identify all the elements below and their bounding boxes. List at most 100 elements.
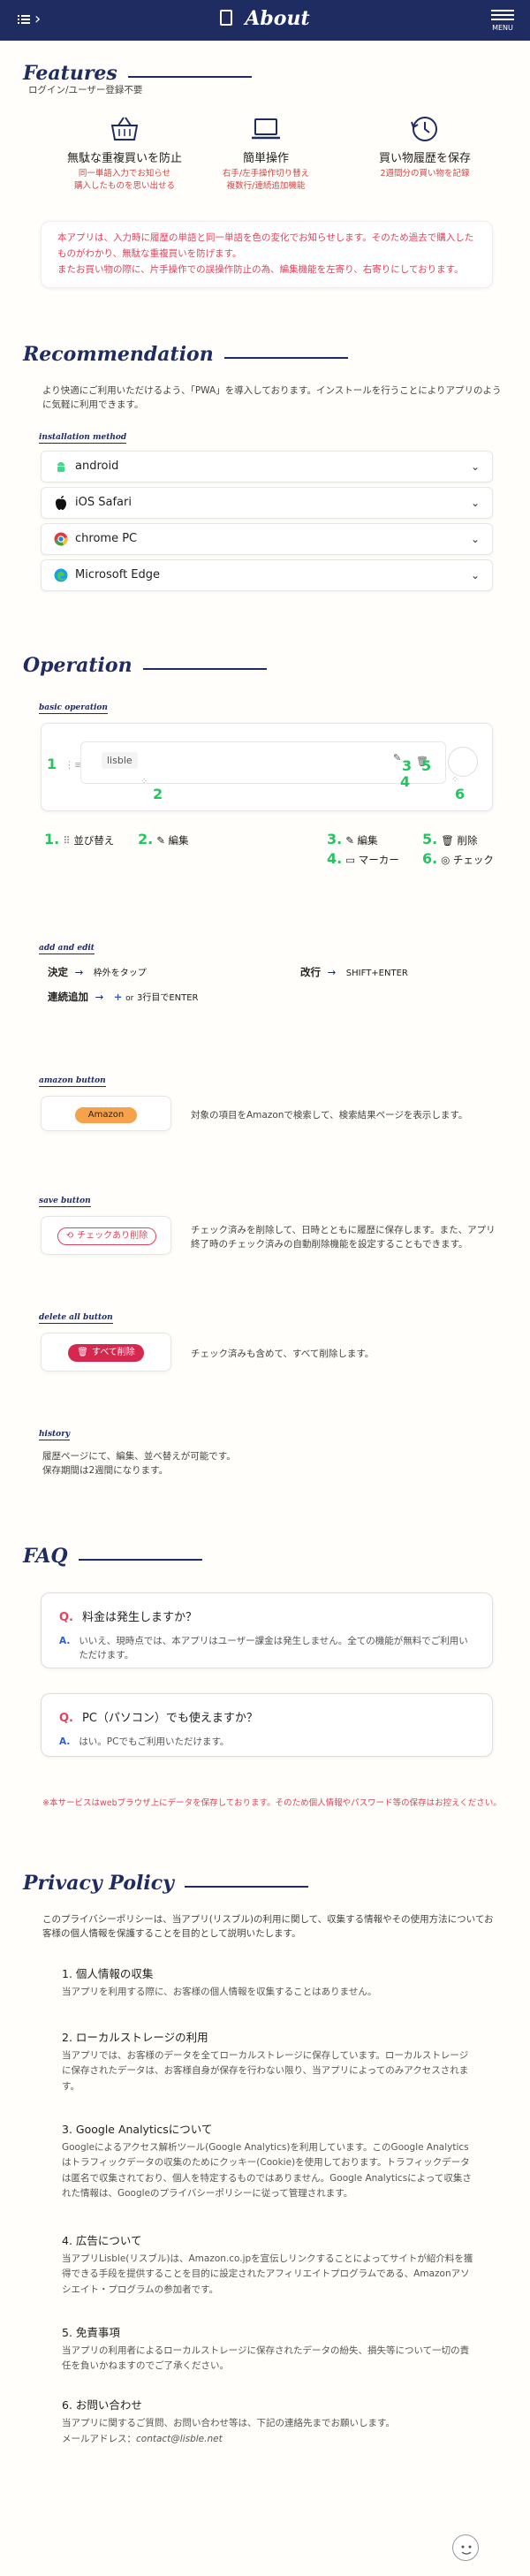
amazon-demo-card: Amazon	[41, 1096, 171, 1131]
feature-duplicate: 無駄な重複買いを防止 同一単語入力でお知らせ 購入したものを思い出せる	[49, 111, 200, 194]
marker-5: 5	[421, 757, 432, 774]
shortcut-newline: 改行 → SHIFT+ENTER	[300, 966, 408, 978]
save-button-label: save button	[39, 1197, 91, 1207]
privacy-paragraph: Googleによるアクセス解析ツール(Google Analytics)を利用し…	[62, 2142, 472, 2199]
laptop-icon	[252, 118, 280, 140]
features-title: Features	[23, 62, 252, 85]
faq-answer: いいえ、現時点では、本アプリはユーザー課金は発生しません。全ての機能が無料でご利…	[79, 1636, 468, 1661]
check-circle[interactable]	[448, 747, 478, 777]
legend-4: 4. ▭ マーカー	[327, 850, 399, 867]
recommendation-title: Recommendation	[23, 343, 348, 366]
chevron-down-icon: ⌄	[470, 532, 480, 545]
feature-desc: 購入したものを思い出せる	[73, 181, 175, 192]
page-title: About	[0, 7, 530, 30]
android-icon	[54, 460, 68, 474]
legend-6: 6. ◎ チェック	[422, 850, 494, 867]
amazon-button[interactable]: Amazon	[75, 1107, 137, 1123]
legend-1: 1. ⠿ 並び替え	[44, 831, 115, 847]
save-button[interactable]: ⟲ チェックあり削除	[57, 1227, 156, 1245]
feature-title: 買い物履歴を保存	[378, 152, 471, 165]
history-text: 履歴ページにて、編集、並べ替えが可能です。 保存期間は2週間になります。	[42, 1451, 236, 1477]
privacy-heading: 1. 個人情報の収集	[62, 1967, 154, 1980]
marker-4: 4	[400, 773, 411, 790]
marker-icon: ▭	[345, 854, 359, 866]
pencil-icon: ✎	[156, 834, 169, 847]
delete-all-button[interactable]: 🗑 すべて削除	[68, 1344, 144, 1362]
install-ios-safari[interactable]: iOS Safari ⌄	[41, 487, 493, 519]
privacy-paragraph: 当アプリの利用者によるローカルストレージに保存されたデータの紛失、損失等について…	[62, 2345, 470, 2372]
privacy-heading: 3. Google Analyticsについて	[62, 2123, 213, 2136]
privacy-paragraph: 当アプリLisble(リスブル)は、Amazon.co.jpを宣伝しリンクするこ…	[62, 2253, 473, 2295]
install-android[interactable]: android ⌄	[41, 451, 493, 483]
feature-desc: 右手/左手操作切り替え	[222, 169, 310, 179]
feature-history: 買い物履歴を保存 2週間分の買い物を記録	[350, 111, 500, 180]
save-desc: チェック済みを削除して、日時とともに履歴に保存します。また、アプリ終了時のチェッ…	[191, 1225, 496, 1250]
chevron-down-icon: ⌄	[470, 460, 480, 473]
features-subtitle: ログイン/ユーザー登録不要	[28, 85, 143, 95]
shortcut-continuous: 連続追加 → + or 3行目でENTER	[48, 991, 199, 1003]
pencil-icon: ✎	[393, 752, 402, 764]
shortcut-decide: 決定 → 枠外をタップ	[48, 966, 147, 978]
trash-icon: 🗑	[77, 1348, 88, 1358]
faq-item[interactable]: Q. PC（パソコン）でも使えますか？ A. はい。PCでもご利用いただけます。	[41, 1693, 493, 1757]
menu-button[interactable]: MENU	[491, 7, 514, 34]
installation-method-label: installation method	[39, 433, 127, 444]
privacy-paragraph: 当アプリでは、お客様のデータを全てローカルストレージに保存しています。ローカルス…	[62, 2050, 469, 2092]
chevron-down-icon: ⌄	[470, 568, 480, 581]
email-link[interactable]: contact@lisble.net	[136, 2434, 223, 2444]
apple-icon	[54, 496, 68, 510]
faq-question: PC（パソコン）でも使えますか？	[82, 1712, 258, 1725]
faq-title: FAQ	[23, 1545, 202, 1568]
chevron-down-icon: ⌄	[470, 496, 480, 509]
faq-note: ※本サービスはwebブラウザ上にデータを保存しております。そのため個人情報やパス…	[42, 1798, 502, 1808]
privacy-paragraph: 当アプリに関するご質問、お問い合わせ等は、下記の連絡先までお願いします。	[62, 2418, 395, 2428]
edge-icon	[54, 568, 68, 582]
operation-title: Operation	[23, 654, 267, 677]
delete-all-desc: チェック済みも含めて、すべて削除します。	[191, 1349, 375, 1359]
feature-desc: 2週間分の買い物を記録	[380, 169, 470, 179]
privacy-heading: 6. お問い合わせ	[62, 2398, 142, 2412]
chrome-icon	[54, 532, 68, 546]
history-icon	[411, 117, 437, 141]
check-circle-icon: ◎	[441, 854, 453, 866]
demo-item-text: lisble	[102, 752, 138, 770]
feature-desc: 同一単語入力でお知らせ	[78, 169, 171, 179]
add-and-edit-label: add and edit	[39, 944, 95, 954]
document-icon	[220, 10, 233, 26]
marker-1: 1	[47, 756, 57, 772]
operation-demo: 1 ⋮≡ lisble ⁘ 2 ✎ 3 4 🗑 5 ⁘ 6	[41, 723, 493, 811]
basket-icon	[110, 117, 139, 141]
menu-label: MENU	[492, 24, 513, 32]
install-label: Microsoft Edge	[75, 567, 161, 581]
install-microsoft-edge[interactable]: Microsoft Edge ⌄	[41, 559, 493, 591]
privacy-heading: 5. 免責事項	[62, 2326, 120, 2339]
app-header: › About MENU	[0, 0, 530, 41]
amazon-button-label: amazon button	[39, 1076, 106, 1087]
mascot-icon	[452, 2534, 479, 2561]
faq-item[interactable]: Q. 料金は発生しますか？ A. いいえ、現時点では、本アプリはユーザー課金は発生し…	[41, 1592, 493, 1668]
trash-icon: 🗑	[441, 834, 458, 847]
marker-2: 2	[153, 786, 163, 802]
privacy-paragraph: 当アプリを利用する際に、お客様の個人情報を収集することはありません。	[62, 1987, 377, 1997]
privacy-title: Privacy Policy	[23, 1872, 308, 1895]
features-notice: 本アプリは、入力時に履歴の単語と同一単語を色の変化でお知らせします。そのため過去…	[41, 221, 493, 288]
install-label: iOS Safari	[75, 495, 132, 509]
install-chrome-pc[interactable]: chrome PC ⌄	[41, 523, 493, 555]
tap-icon: ⁘	[140, 777, 148, 786]
privacy-intro: このプライバシーポリシーは、当アプリ(リスブル)の利用に関して、収集する情報やそ…	[42, 1914, 494, 1940]
privacy-heading: 4. 広告について	[62, 2234, 142, 2247]
feature-title: 簡単操作	[242, 152, 289, 165]
feature-title: 無駄な重複買いを防止	[66, 152, 182, 165]
feature-desc: 複数行/連続追加機能	[226, 181, 306, 192]
privacy-email: メールアドレス：contact@lisble.net	[62, 2434, 223, 2444]
faq-question: 料金は発生しますか？	[82, 1611, 198, 1624]
delete-all-demo-card: 🗑 すべて削除	[41, 1333, 171, 1372]
install-label: chrome PC	[75, 531, 138, 545]
feature-easy: 簡単操作 右手/左手操作切り替え 複数行/連続追加機能	[191, 111, 341, 194]
history-icon: ⟲	[65, 1231, 74, 1242]
pencil-icon: ✎	[345, 834, 358, 847]
save-demo-card: ⟲ チェックあり削除	[41, 1216, 171, 1255]
privacy-heading: 2. ローカルストレージの利用	[62, 2031, 208, 2044]
install-label: android	[75, 459, 119, 473]
faq-answer: はい。PCでもご利用いただけます。	[79, 1736, 230, 1748]
